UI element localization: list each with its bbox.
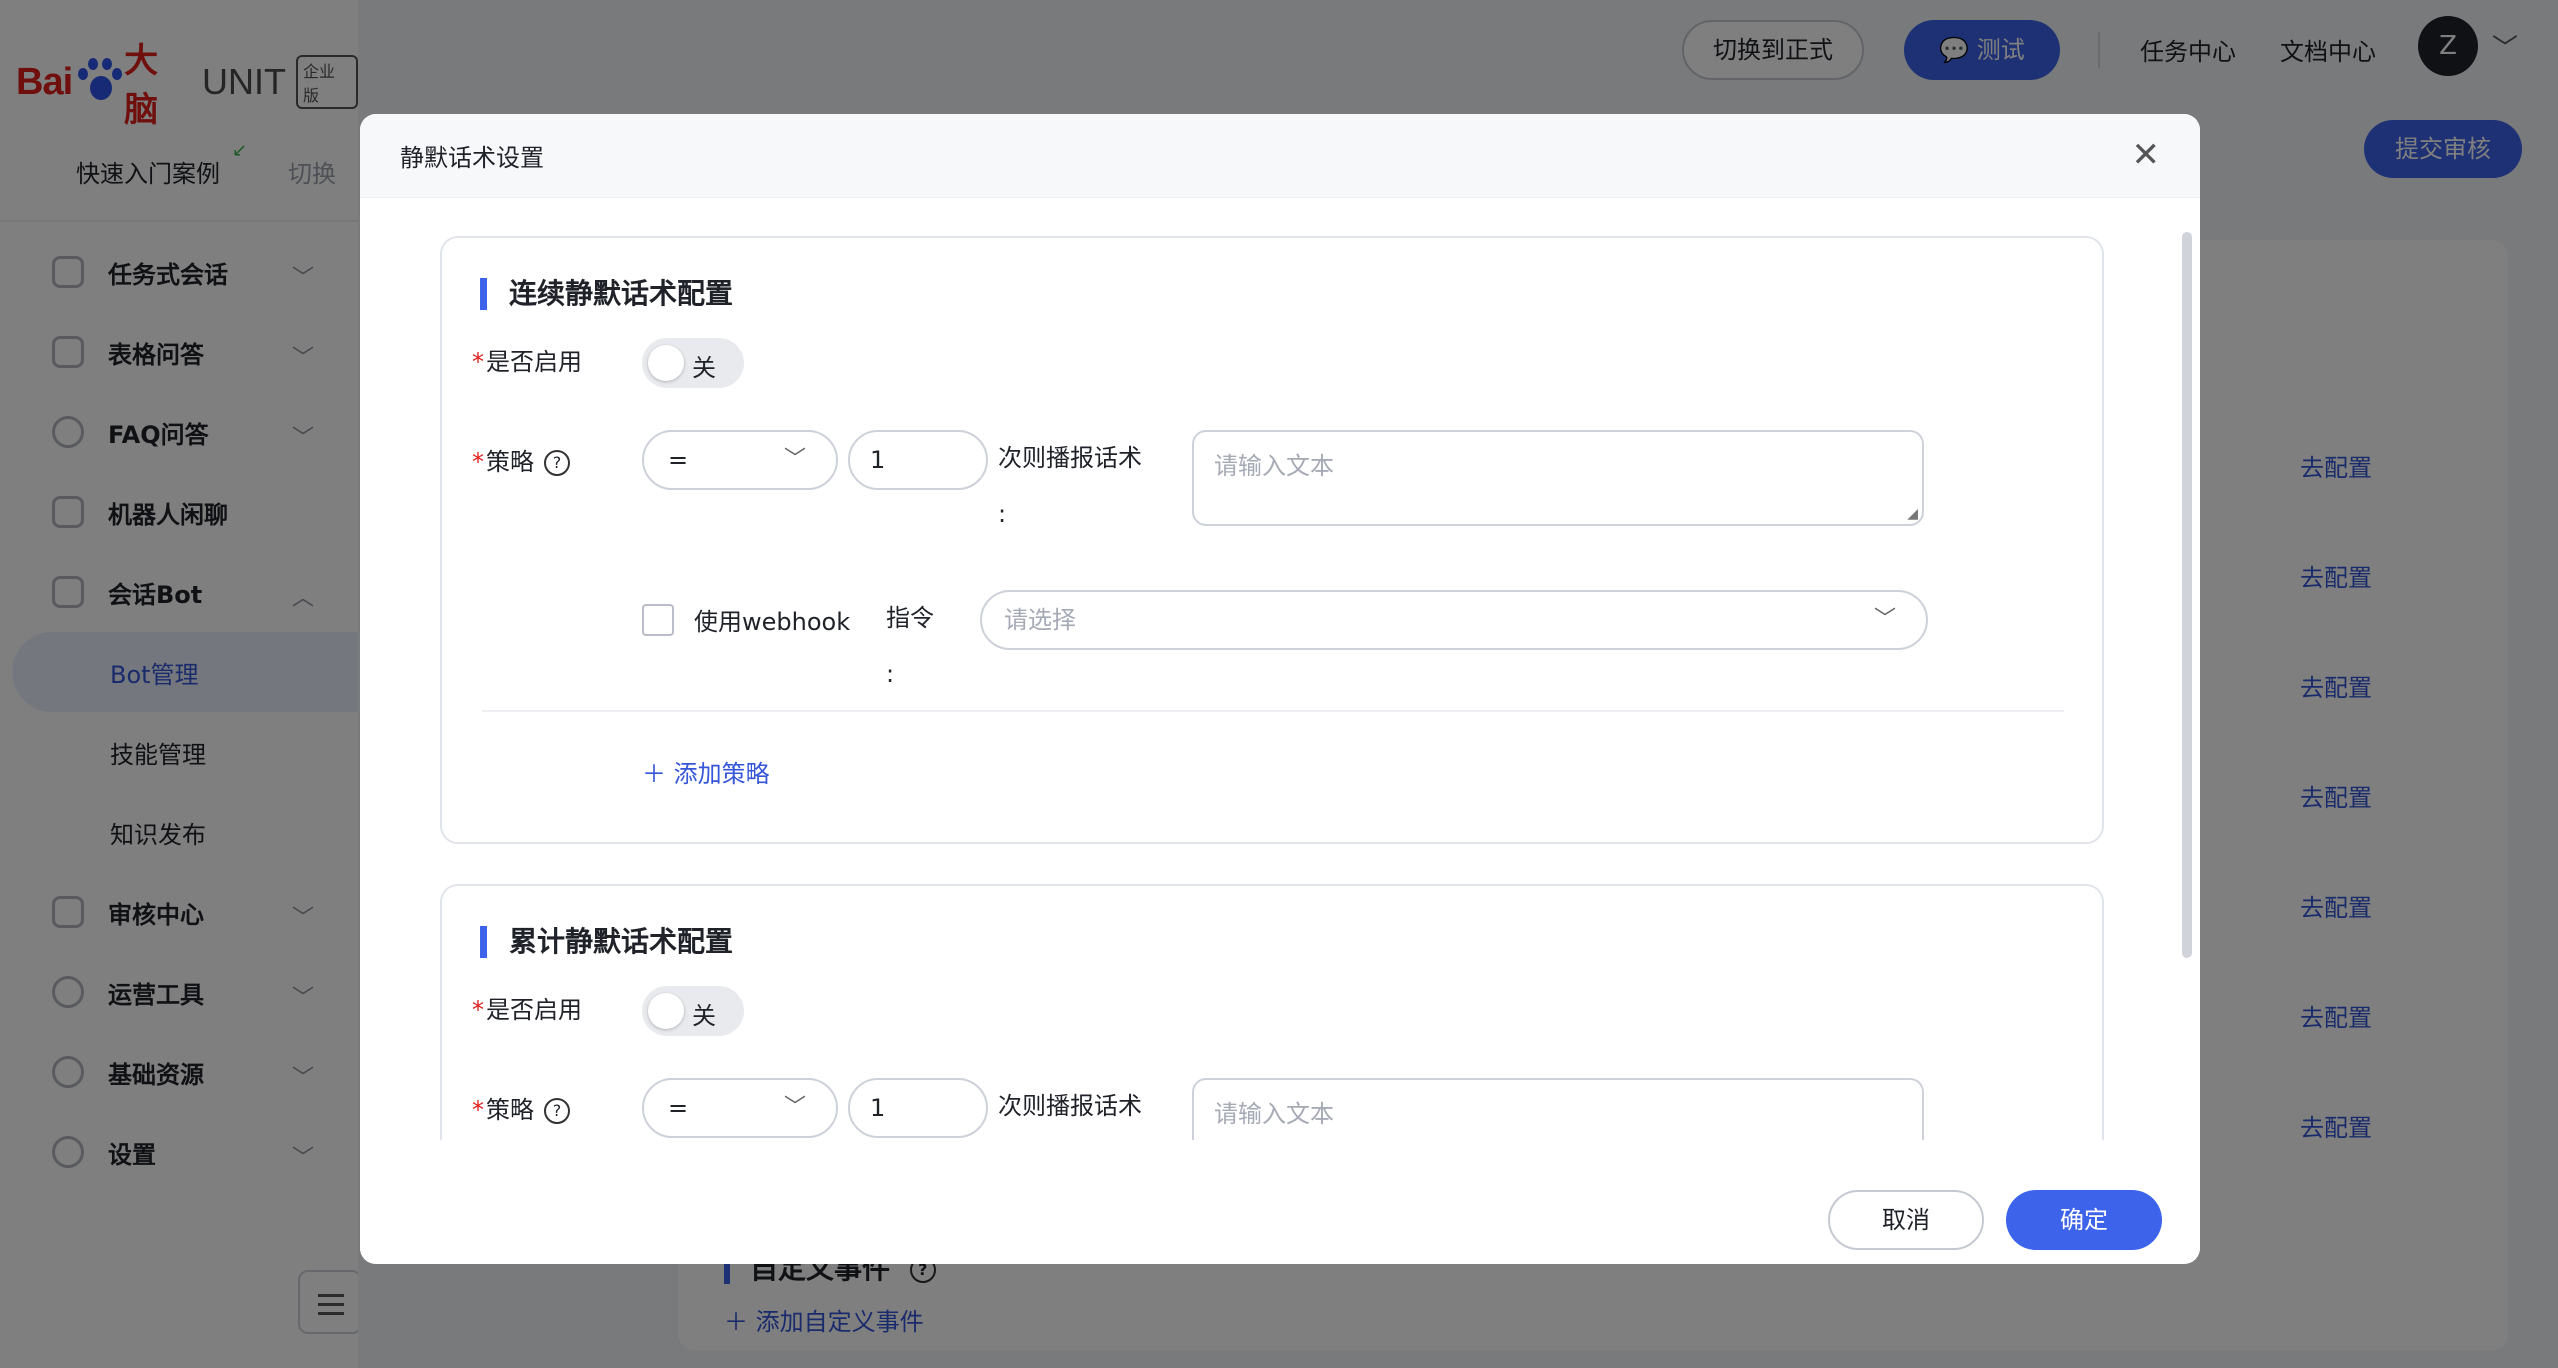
strategy-label: *策略?: [472, 442, 570, 477]
required-mark: *: [472, 448, 484, 476]
colon: :: [886, 660, 895, 688]
enable-toggle[interactable]: 关: [642, 338, 744, 388]
required-mark: *: [472, 348, 484, 376]
command-label-text: 指令: [886, 604, 934, 632]
speech-text-input[interactable]: 请输入文本 ◢: [1192, 430, 1924, 526]
enable-label: *是否启用: [472, 990, 582, 1025]
command-label: 指令 :: [886, 590, 934, 702]
toggle-text: 关: [692, 354, 716, 382]
enable-label: *是否启用: [472, 342, 582, 377]
modal-title: 静默话术设置: [400, 144, 544, 172]
cancel-button[interactable]: 取消: [1828, 1190, 1984, 1250]
toggle-knob: [648, 993, 684, 1029]
enable-label-text: 是否启用: [486, 996, 582, 1024]
toggle-text: 关: [692, 1002, 716, 1030]
operator-value: =: [668, 1094, 689, 1122]
operator-value: =: [668, 446, 689, 474]
strategy-label-text: 策略: [486, 1096, 534, 1124]
help-icon[interactable]: ?: [544, 1098, 570, 1124]
confirm-button[interactable]: 确定: [2006, 1190, 2162, 1250]
section-title: 累计静默话术配置: [480, 926, 733, 958]
silence-speech-modal: 静默话术设置 ✕ 连续静默话术配置 *是否启用 关 *策略? = ﹀ 1 次则播…: [360, 114, 2200, 1264]
required-mark: *: [472, 1096, 484, 1124]
speech-text-input[interactable]: 请输入文本: [1192, 1078, 1924, 1140]
strategy-suffix: 次则播报话术: [998, 1092, 1142, 1120]
modal-body: 连续静默话术配置 *是否启用 关 *策略? = ﹀ 1 次则播报话术 : 请输入…: [360, 198, 2200, 1140]
colon: :: [998, 500, 1007, 528]
toggle-knob: [648, 345, 684, 381]
plus-icon: ＋: [642, 760, 674, 788]
count-input[interactable]: 1: [848, 430, 988, 490]
modal-header: 静默话术设置: [360, 114, 2200, 198]
required-mark: *: [472, 996, 484, 1024]
strategy-label: *策略?: [472, 1090, 570, 1125]
chevron-down-icon: ﹀: [1873, 607, 1896, 632]
resize-grip-icon[interactable]: ◢: [1907, 506, 1918, 522]
strategy-suffix-text: 次则播报话术: [998, 444, 1142, 472]
operator-select[interactable]: = ﹀: [642, 1078, 838, 1138]
webhook-label: 使用webhook: [694, 608, 851, 636]
section-title: 连续静默话术配置: [480, 278, 733, 310]
modal-scrollbar[interactable]: [2182, 232, 2192, 958]
speech-text-placeholder: 请输入文本: [1214, 452, 1334, 480]
chevron-down-icon: ﹀: [783, 1095, 806, 1120]
operator-select[interactable]: = ﹀: [642, 430, 838, 490]
strategy-label-text: 策略: [486, 448, 534, 476]
count-input[interactable]: 1: [848, 1078, 988, 1138]
add-strategy-label: 添加策略: [673, 760, 770, 788]
section-divider: [482, 710, 2064, 712]
add-strategy-link[interactable]: ＋ 添加策略: [642, 754, 770, 789]
command-select[interactable]: 请选择 ﹀: [980, 590, 1928, 650]
enable-label-text: 是否启用: [486, 348, 582, 376]
continuous-silence-section: 连续静默话术配置 *是否启用 关 *策略? = ﹀ 1 次则播报话术 : 请输入…: [440, 236, 2104, 844]
help-icon[interactable]: ?: [544, 450, 570, 476]
cumulative-silence-section: 累计静默话术配置 *是否启用 关 *策略? = ﹀ 1 次则播报话术 请输入文本: [440, 884, 2104, 1140]
modal-footer: 取消 确定: [360, 1140, 2200, 1264]
command-placeholder: 请选择: [1004, 606, 1076, 634]
chevron-down-icon: ﹀: [783, 447, 806, 472]
webhook-checkbox[interactable]: [642, 604, 674, 636]
speech-text-placeholder: 请输入文本: [1214, 1100, 1334, 1128]
close-icon[interactable]: ✕: [2132, 138, 2161, 172]
enable-toggle[interactable]: 关: [642, 986, 744, 1036]
strategy-suffix: 次则播报话术 :: [998, 442, 1142, 530]
